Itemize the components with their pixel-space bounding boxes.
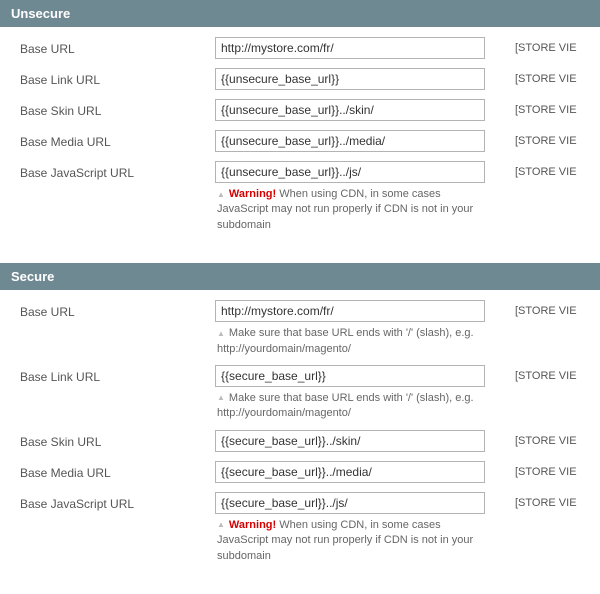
row-secure-base-media-url: Base Media URL [STORE VIE <box>0 461 600 484</box>
input-secure-base-url[interactable] <box>215 300 485 322</box>
hint-text: Make sure that base URL ends with '/' (s… <box>217 327 474 354</box>
warning-prefix: Warning! <box>229 188 276 200</box>
row-unsecure-base-js-url: Base JavaScript URL ▲Warning! When using… <box>0 161 600 233</box>
section-body-unsecure: Base URL [STORE VIE Base Link URL [STORE… <box>0 27 600 245</box>
row-unsecure-base-media-url: Base Media URL [STORE VIE <box>0 130 600 153</box>
input-unsecure-base-url[interactable] <box>215 37 485 59</box>
input-unsecure-base-link-url[interactable] <box>215 68 485 90</box>
scope-secure-base-link-url[interactable]: [STORE VIE <box>515 365 577 382</box>
cell-unsecure-base-link-url <box>215 68 515 90</box>
hint-text: Make sure that base URL ends with '/' (s… <box>217 392 474 419</box>
hint-unsecure-js-warning: ▲Warning! When using CDN, in some cases … <box>215 187 487 233</box>
input-unsecure-base-js-url[interactable] <box>215 161 485 183</box>
triangle-icon: ▲ <box>217 392 225 403</box>
label-secure-base-link-url: Base Link URL <box>10 365 215 388</box>
section-header-unsecure[interactable]: Unsecure <box>0 0 600 27</box>
scope-unsecure-base-media-url[interactable]: [STORE VIE <box>515 130 577 147</box>
hint-secure-base-link-url: ▲Make sure that base URL ends with '/' (… <box>215 391 487 422</box>
label-secure-base-js-url: Base JavaScript URL <box>10 492 215 515</box>
label-unsecure-base-media-url: Base Media URL <box>10 130 215 153</box>
section-unsecure: Unsecure Base URL [STORE VIE Base Link U… <box>0 0 600 245</box>
triangle-icon: ▲ <box>217 189 225 200</box>
triangle-icon: ▲ <box>217 328 225 339</box>
label-secure-base-url: Base URL <box>10 300 215 323</box>
row-secure-base-js-url: Base JavaScript URL ▲Warning! When using… <box>0 492 600 564</box>
row-secure-base-link-url: Base Link URL ▲Make sure that base URL e… <box>0 365 600 422</box>
cell-unsecure-base-media-url <box>215 130 515 152</box>
label-unsecure-base-js-url: Base JavaScript URL <box>10 161 215 184</box>
section-header-secure[interactable]: Secure <box>0 263 600 290</box>
cell-secure-base-js-url: ▲Warning! When using CDN, in some cases … <box>215 492 515 564</box>
input-secure-base-js-url[interactable] <box>215 492 485 514</box>
cell-unsecure-base-skin-url <box>215 99 515 121</box>
row-unsecure-base-url: Base URL [STORE VIE <box>0 37 600 60</box>
scope-secure-base-url[interactable]: [STORE VIE <box>515 300 577 317</box>
scope-secure-base-js-url[interactable]: [STORE VIE <box>515 492 577 509</box>
input-unsecure-base-media-url[interactable] <box>215 130 485 152</box>
scope-unsecure-base-skin-url[interactable]: [STORE VIE <box>515 99 577 116</box>
cell-secure-base-link-url: ▲Make sure that base URL ends with '/' (… <box>215 365 515 422</box>
hint-secure-js-warning: ▲Warning! When using CDN, in some cases … <box>215 518 487 564</box>
input-secure-base-media-url[interactable] <box>215 461 485 483</box>
label-secure-base-media-url: Base Media URL <box>10 461 215 484</box>
input-unsecure-base-skin-url[interactable] <box>215 99 485 121</box>
cell-secure-base-url: ▲Make sure that base URL ends with '/' (… <box>215 300 515 357</box>
scope-unsecure-base-js-url[interactable]: [STORE VIE <box>515 161 577 178</box>
section-body-secure: Base URL ▲Make sure that base URL ends w… <box>0 290 600 576</box>
input-secure-base-link-url[interactable] <box>215 365 485 387</box>
label-unsecure-base-skin-url: Base Skin URL <box>10 99 215 122</box>
label-unsecure-base-link-url: Base Link URL <box>10 68 215 91</box>
row-unsecure-base-link-url: Base Link URL [STORE VIE <box>0 68 600 91</box>
row-secure-base-skin-url: Base Skin URL [STORE VIE <box>0 430 600 453</box>
input-secure-base-skin-url[interactable] <box>215 430 485 452</box>
hint-secure-base-url: ▲Make sure that base URL ends with '/' (… <box>215 326 487 357</box>
label-secure-base-skin-url: Base Skin URL <box>10 430 215 453</box>
cell-unsecure-base-url <box>215 37 515 59</box>
scope-secure-base-skin-url[interactable]: [STORE VIE <box>515 430 577 447</box>
scope-secure-base-media-url[interactable]: [STORE VIE <box>515 461 577 478</box>
cell-secure-base-skin-url <box>215 430 515 452</box>
label-unsecure-base-url: Base URL <box>10 37 215 60</box>
row-unsecure-base-skin-url: Base Skin URL [STORE VIE <box>0 99 600 122</box>
scope-unsecure-base-link-url[interactable]: [STORE VIE <box>515 68 577 85</box>
row-secure-base-url: Base URL ▲Make sure that base URL ends w… <box>0 300 600 357</box>
cell-secure-base-media-url <box>215 461 515 483</box>
scope-unsecure-base-url[interactable]: [STORE VIE <box>515 37 577 54</box>
cell-unsecure-base-js-url: ▲Warning! When using CDN, in some cases … <box>215 161 515 233</box>
